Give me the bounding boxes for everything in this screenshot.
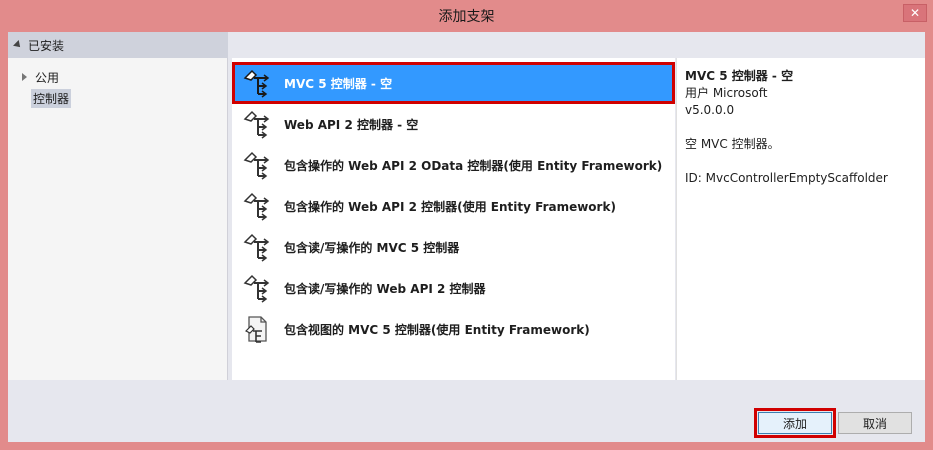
details-pane: MVC 5 控制器 - 空 用户 Microsoft v5.0.0.0 空 MV… [676, 58, 925, 380]
details-author: 用户 Microsoft [685, 86, 768, 100]
list-item-webapi2-ef[interactable]: 包含操作的 Web API 2 控制器(使用 Entity Framework) [234, 187, 673, 225]
controller-icon [240, 189, 274, 223]
scaffold-list: MVC 5 控制器 - 空 Web API 2 控制器 - 空 包含操作的 We… [232, 58, 675, 380]
dialog-client: 已安装 公用 控制器 MVC 5 控制器 - 空 Web API 2 控制器 -… [8, 32, 925, 442]
title-bar[interactable]: 添加支架 ✕ [0, 0, 933, 32]
details-version: v5.0.0.0 [685, 103, 735, 117]
list-item-label: 包含视图的 MVC 5 控制器(使用 Entity Framework) [284, 322, 590, 337]
details-title: MVC 5 控制器 - 空 [685, 69, 794, 83]
button-bar: 添加 取消 [8, 380, 925, 442]
tree-item-label: 控制器 [31, 88, 72, 108]
list-item-label: 包含读/写操作的 Web API 2 控制器 [284, 281, 486, 296]
list-item-label: 包含读/写操作的 MVC 5 控制器 [284, 240, 460, 255]
dialog-window: 添加支架 ✕ 已安装 公用 控制器 MVC 5 控制器 - 空 Web API … [0, 0, 933, 450]
add-button[interactable]: 添加 [754, 408, 836, 438]
cancel-button[interactable]: 取消 [838, 412, 912, 434]
tree-item-controllers[interactable]: 控制器 [31, 88, 72, 108]
expand-arrow-icon[interactable] [22, 73, 27, 81]
details-id: ID: MvcControllerEmptyScaffolder [685, 171, 888, 185]
controller-view-icon [240, 312, 274, 346]
controller-icon [240, 230, 274, 264]
top-strip [232, 32, 925, 58]
list-item-webapi2-odata-ef[interactable]: 包含操作的 Web API 2 OData 控制器(使用 Entity Fram… [234, 146, 673, 184]
installed-header[interactable]: 已安装 [8, 32, 228, 58]
controller-icon [240, 148, 274, 182]
list-item-label: 包含操作的 Web API 2 控制器(使用 Entity Framework) [284, 199, 616, 214]
category-pane: 已安装 公用 控制器 [8, 32, 228, 380]
list-item-webapi2-readwrite[interactable]: 包含读/写操作的 Web API 2 控制器 [234, 269, 673, 307]
list-item-label: Web API 2 控制器 - 空 [284, 117, 419, 132]
tree-item-label: 公用 [35, 70, 60, 85]
close-button[interactable]: ✕ [903, 4, 927, 22]
collapse-triangle-icon[interactable] [13, 40, 23, 50]
list-item-webapi2-empty[interactable]: Web API 2 控制器 - 空 [234, 105, 673, 143]
installed-header-label: 已安装 [28, 38, 65, 53]
dialog-title: 添加支架 [438, 9, 495, 25]
list-item-label: 包含操作的 Web API 2 OData 控制器(使用 Entity Fram… [284, 158, 663, 173]
list-item-mvc5-empty[interactable]: MVC 5 控制器 - 空 [232, 62, 675, 104]
close-icon: ✕ [909, 6, 921, 20]
list-item-mvc5-views-ef[interactable]: 包含视图的 MVC 5 控制器(使用 Entity Framework) [234, 310, 673, 348]
controller-icon [240, 107, 274, 141]
controller-icon [240, 66, 274, 100]
tree-item-common[interactable]: 公用 [22, 68, 61, 86]
list-item-mvc5-readwrite[interactable]: 包含读/写操作的 MVC 5 控制器 [234, 228, 673, 266]
controller-icon [240, 271, 274, 305]
list-item-label: MVC 5 控制器 - 空 [284, 76, 393, 91]
details-description: 空 MVC 控制器。 [685, 137, 780, 151]
